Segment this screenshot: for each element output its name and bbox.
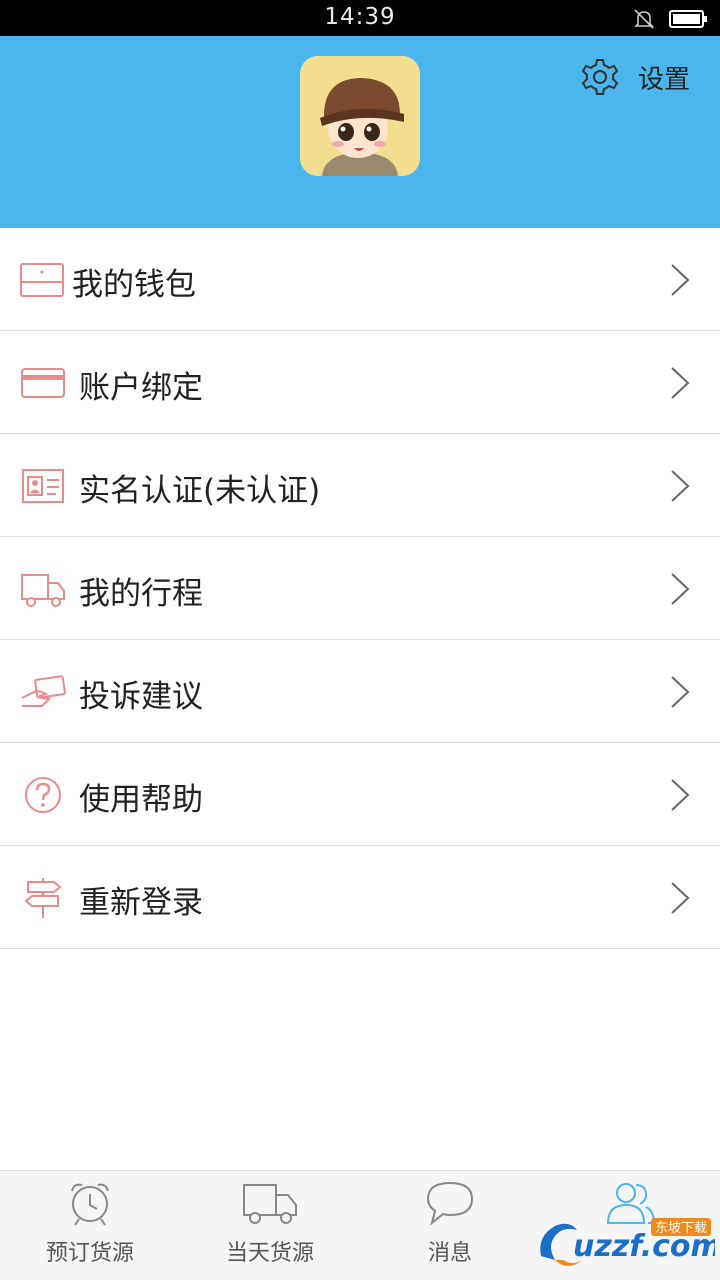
chevron-right-icon — [671, 470, 690, 502]
status-time: 14:39 — [324, 4, 396, 30]
status-bar: 14:39 — [0, 0, 720, 36]
id-card-icon — [22, 469, 64, 503]
settings-button[interactable]: 设置 — [580, 56, 690, 98]
menu-label: 我的行程 — [79, 576, 203, 612]
help-icon — [25, 777, 61, 813]
tab-booking-cargo[interactable]: 预订货源 — [0, 1171, 180, 1280]
avatar-cartoon-icon — [300, 56, 420, 176]
menu-item-wallet[interactable]: 我的钱包 — [0, 228, 720, 331]
alarm-clock-icon — [71, 1183, 109, 1226]
uzzf-watermark-logo: uzzf.com 东坡下载 — [540, 1218, 715, 1266]
watermark-tag: 东坡下载 — [655, 1221, 707, 1236]
battery-icon — [669, 10, 707, 28]
menu-item-help[interactable]: 使用帮助 — [0, 743, 720, 846]
nav-label: 当天货源 — [225, 1241, 314, 1266]
nav-label: 预订货源 — [45, 1241, 134, 1266]
signpost-icon — [24, 878, 62, 918]
profile-header: 设置 — [0, 36, 720, 228]
menu-label: 我的钱包 — [72, 267, 196, 303]
menu-item-my-trips[interactable]: 我的行程 — [0, 537, 720, 640]
gear-icon — [581, 59, 619, 95]
menu-item-relogin[interactable]: 重新登录 — [0, 846, 720, 949]
tab-today-cargo[interactable]: 当天货源 — [180, 1171, 360, 1280]
menu-label: 投诉建议 — [79, 679, 203, 715]
menu-label: 使用帮助 — [79, 782, 203, 818]
menu-item-account-binding[interactable]: 账户绑定 — [0, 331, 720, 434]
settings-label: 设置 — [638, 64, 691, 95]
menu-label: 账户绑定 — [79, 370, 203, 406]
menu-label: 实名认证(未认证) — [79, 473, 321, 509]
wallet-icon — [20, 263, 64, 297]
nav-label: 消息 — [427, 1241, 472, 1266]
menu-item-real-name-auth[interactable]: 实名认证(未认证) — [0, 434, 720, 537]
hand-card-icon — [21, 675, 66, 707]
truck-icon — [243, 1184, 297, 1224]
menu-list: 我的钱包 账户绑定 实名认证(未认证) 我的行程 投诉建议 使用帮助 重新登录 — [0, 228, 720, 949]
chevron-right-icon — [671, 573, 690, 605]
chat-bubble-icon — [426, 1181, 474, 1226]
chevron-right-icon — [671, 882, 690, 914]
tab-messages[interactable]: 消息 — [360, 1171, 540, 1280]
menu-item-complaints[interactable]: 投诉建议 — [0, 640, 720, 743]
chevron-right-icon — [671, 779, 690, 811]
mute-bell-icon — [634, 9, 654, 29]
chevron-right-icon — [671, 367, 690, 399]
avatar[interactable] — [300, 56, 420, 176]
menu-label: 重新登录 — [79, 885, 203, 921]
chevron-right-icon — [671, 676, 690, 708]
chevron-right-icon — [671, 264, 690, 296]
card-icon — [21, 368, 65, 398]
truck-icon — [21, 574, 65, 607]
